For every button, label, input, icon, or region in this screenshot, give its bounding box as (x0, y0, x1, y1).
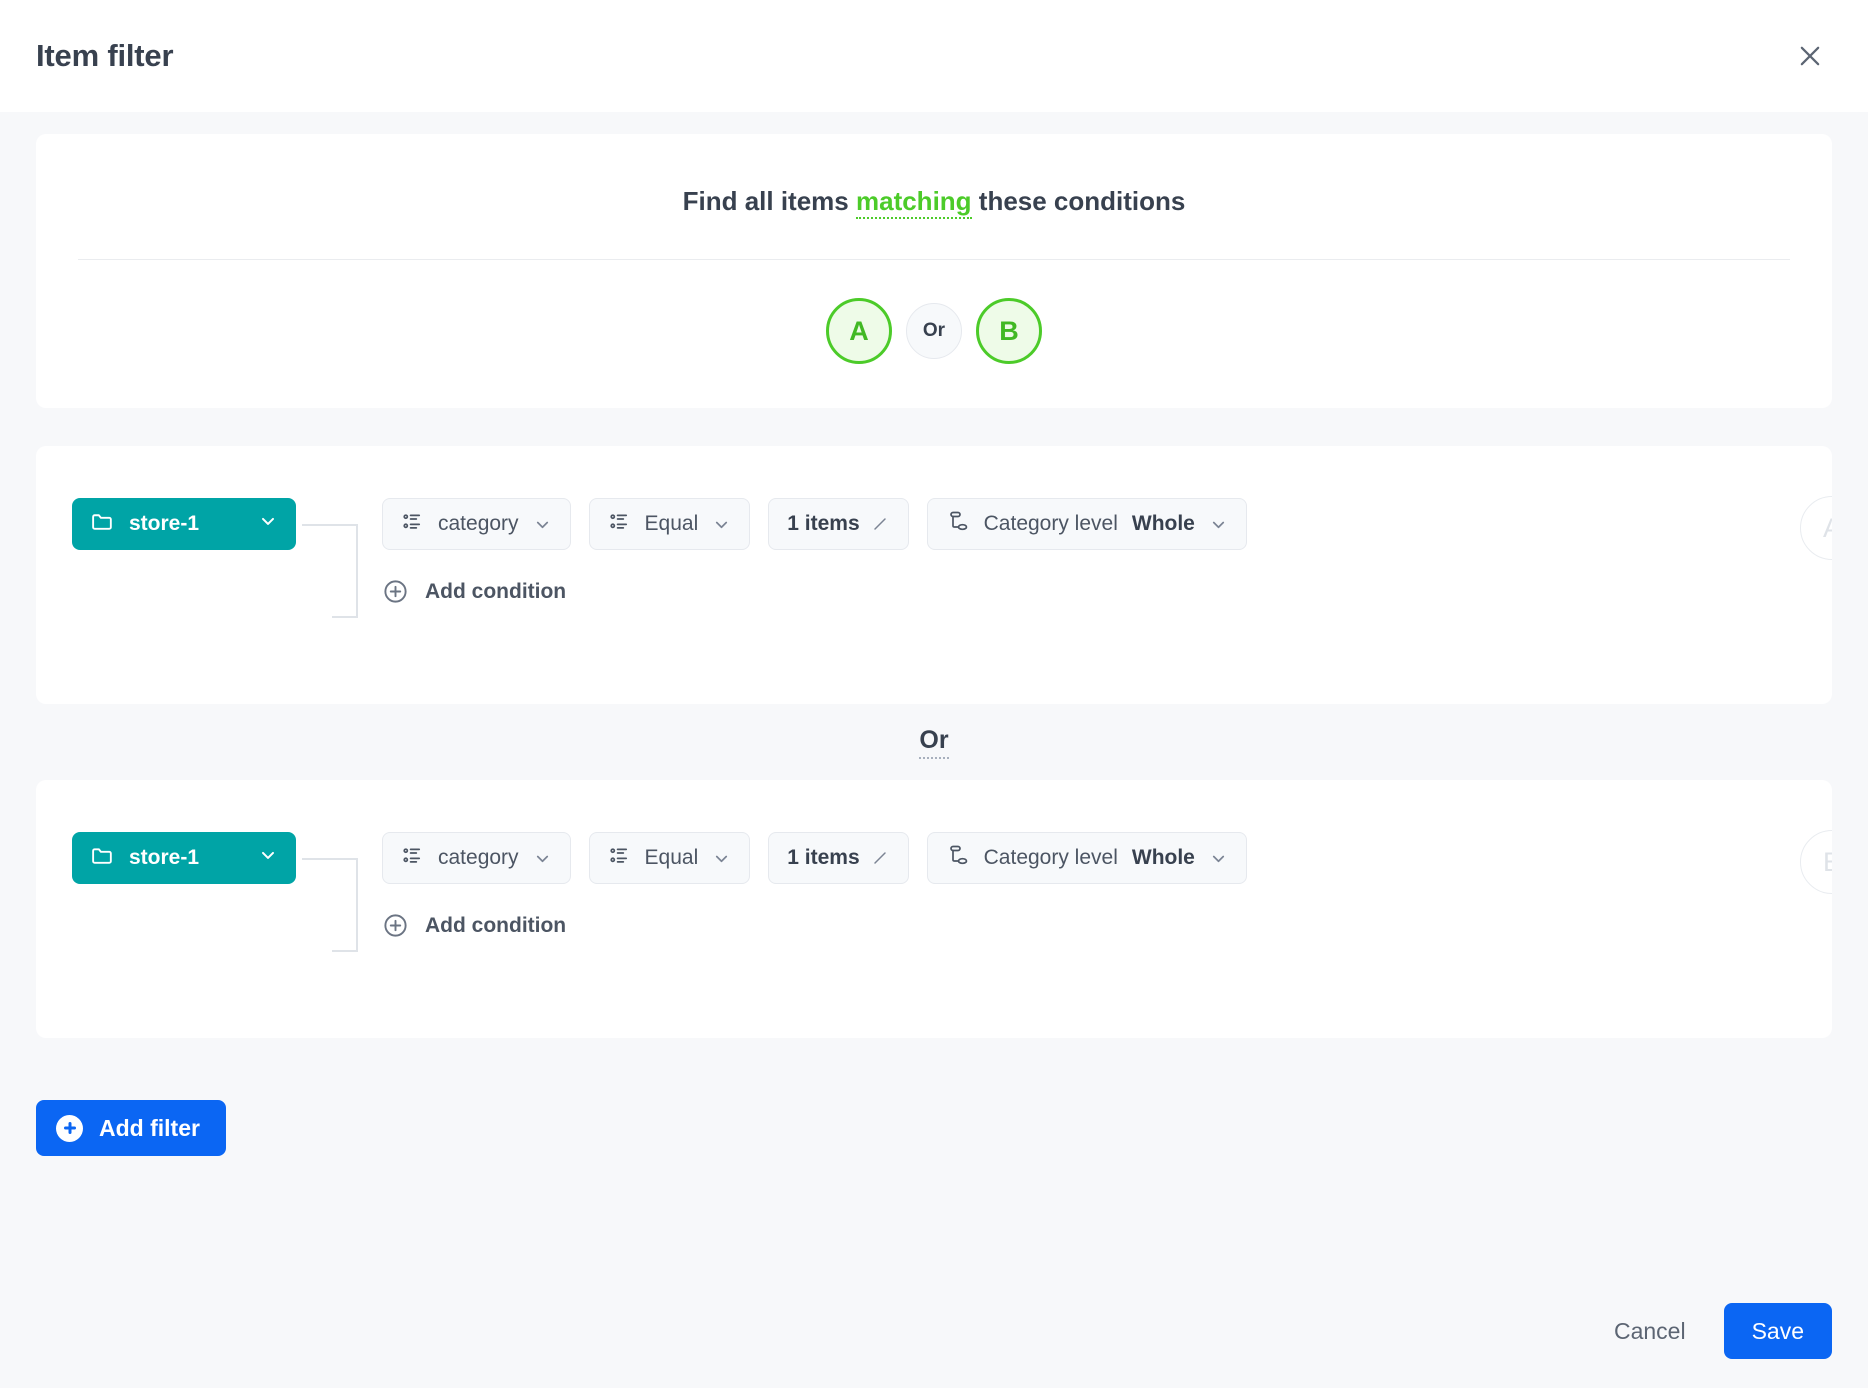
store-selector[interactable]: store-1 (72, 832, 296, 884)
condition-row: category (382, 498, 1247, 550)
chevron-down-icon (533, 849, 552, 868)
chevron-down-icon (1209, 849, 1228, 868)
group-row: store-1 (72, 832, 1832, 972)
dialog-footer: Cancel Save (0, 1274, 1868, 1388)
filter-group-a: A store-1 (36, 446, 1832, 704)
add-condition-label: Add condition (425, 580, 566, 604)
condition-operator-label: Equal (645, 846, 699, 870)
group-row: store-1 (72, 498, 1832, 638)
add-filter-button[interactable]: Add filter (36, 1100, 226, 1156)
pencil-icon (870, 514, 890, 534)
chevron-down-icon (258, 845, 278, 871)
plus-circle-icon (56, 1115, 83, 1142)
list-icon (608, 844, 631, 873)
intro-heading: Find all items matching these conditions (36, 186, 1832, 217)
group-tree-connector (302, 498, 382, 638)
hierarchy-icon (946, 843, 970, 873)
add-filter-row: Add filter (36, 1100, 1832, 1156)
store-selector[interactable]: store-1 (72, 498, 296, 550)
intro-text-before: Find all items (683, 186, 856, 216)
or-divider-label[interactable]: Or (919, 726, 948, 759)
close-icon[interactable] (1788, 34, 1832, 78)
chevron-down-icon (712, 515, 731, 534)
intro-divider (78, 259, 1790, 260)
groups-or-divider: Or (36, 704, 1832, 780)
hierarchy-icon (946, 509, 970, 539)
add-filter-label: Add filter (99, 1115, 200, 1142)
folder-icon (90, 843, 115, 874)
chevron-down-icon (712, 849, 731, 868)
condition-value-editor[interactable]: 1 items (768, 832, 908, 884)
plus-circle-icon (382, 912, 409, 939)
plus-circle-icon (382, 578, 409, 605)
condition-operator-label: Equal (645, 512, 699, 536)
conditions-intro-card: Find all items matching these conditions… (36, 134, 1832, 408)
list-icon (401, 844, 424, 873)
condition-operator-select[interactable]: Equal (589, 832, 751, 884)
group-tree-connector (302, 832, 382, 972)
list-icon (401, 510, 424, 539)
condition-field-label: category (438, 512, 519, 536)
condition-category-level-select[interactable]: Category level Whole (927, 832, 1247, 884)
item-filter-dialog: Item filter Find all items matching thes… (0, 0, 1868, 1388)
category-level-value: Whole (1132, 846, 1195, 870)
cancel-button[interactable]: Cancel (1610, 1308, 1690, 1355)
store-label: store-1 (129, 512, 244, 536)
condition-operator-select[interactable]: Equal (589, 498, 751, 550)
dialog-header: Item filter (0, 0, 1868, 112)
condition-field-label: category (438, 846, 519, 870)
condition-column: category (382, 832, 1247, 939)
intro-text-after: these conditions (972, 186, 1186, 216)
dialog-body: Find all items matching these conditions… (0, 112, 1868, 1274)
group-operator-badge[interactable]: Or (906, 303, 962, 359)
condition-value-label: 1 items (787, 512, 859, 536)
chevron-down-icon (533, 515, 552, 534)
category-level-prefix: Category level (984, 512, 1118, 536)
group-badge-b[interactable]: B (976, 298, 1042, 364)
add-condition-label: Add condition (425, 914, 566, 938)
category-level-prefix: Category level (984, 846, 1118, 870)
store-label: store-1 (129, 846, 244, 870)
condition-field-select[interactable]: category (382, 498, 571, 550)
page-title: Item filter (36, 38, 173, 74)
condition-category-level-select[interactable]: Category level Whole (927, 498, 1247, 550)
condition-field-select[interactable]: category (382, 832, 571, 884)
condition-value-label: 1 items (787, 846, 859, 870)
filter-group-b: B store-1 (36, 780, 1832, 1038)
chevron-down-icon (258, 511, 278, 537)
chevron-down-icon (1209, 515, 1228, 534)
add-condition-button[interactable]: Add condition (382, 912, 1247, 939)
condition-row: category (382, 832, 1247, 884)
condition-column: category (382, 498, 1247, 605)
folder-icon (90, 509, 115, 540)
add-condition-button[interactable]: Add condition (382, 578, 1247, 605)
match-mode-toggle[interactable]: matching (856, 186, 972, 219)
group-badge-a[interactable]: A (826, 298, 892, 364)
pencil-icon (870, 848, 890, 868)
group-badge-row: A Or B (36, 298, 1832, 364)
condition-value-editor[interactable]: 1 items (768, 498, 908, 550)
save-button[interactable]: Save (1724, 1303, 1832, 1359)
category-level-value: Whole (1132, 512, 1195, 536)
list-icon (608, 510, 631, 539)
